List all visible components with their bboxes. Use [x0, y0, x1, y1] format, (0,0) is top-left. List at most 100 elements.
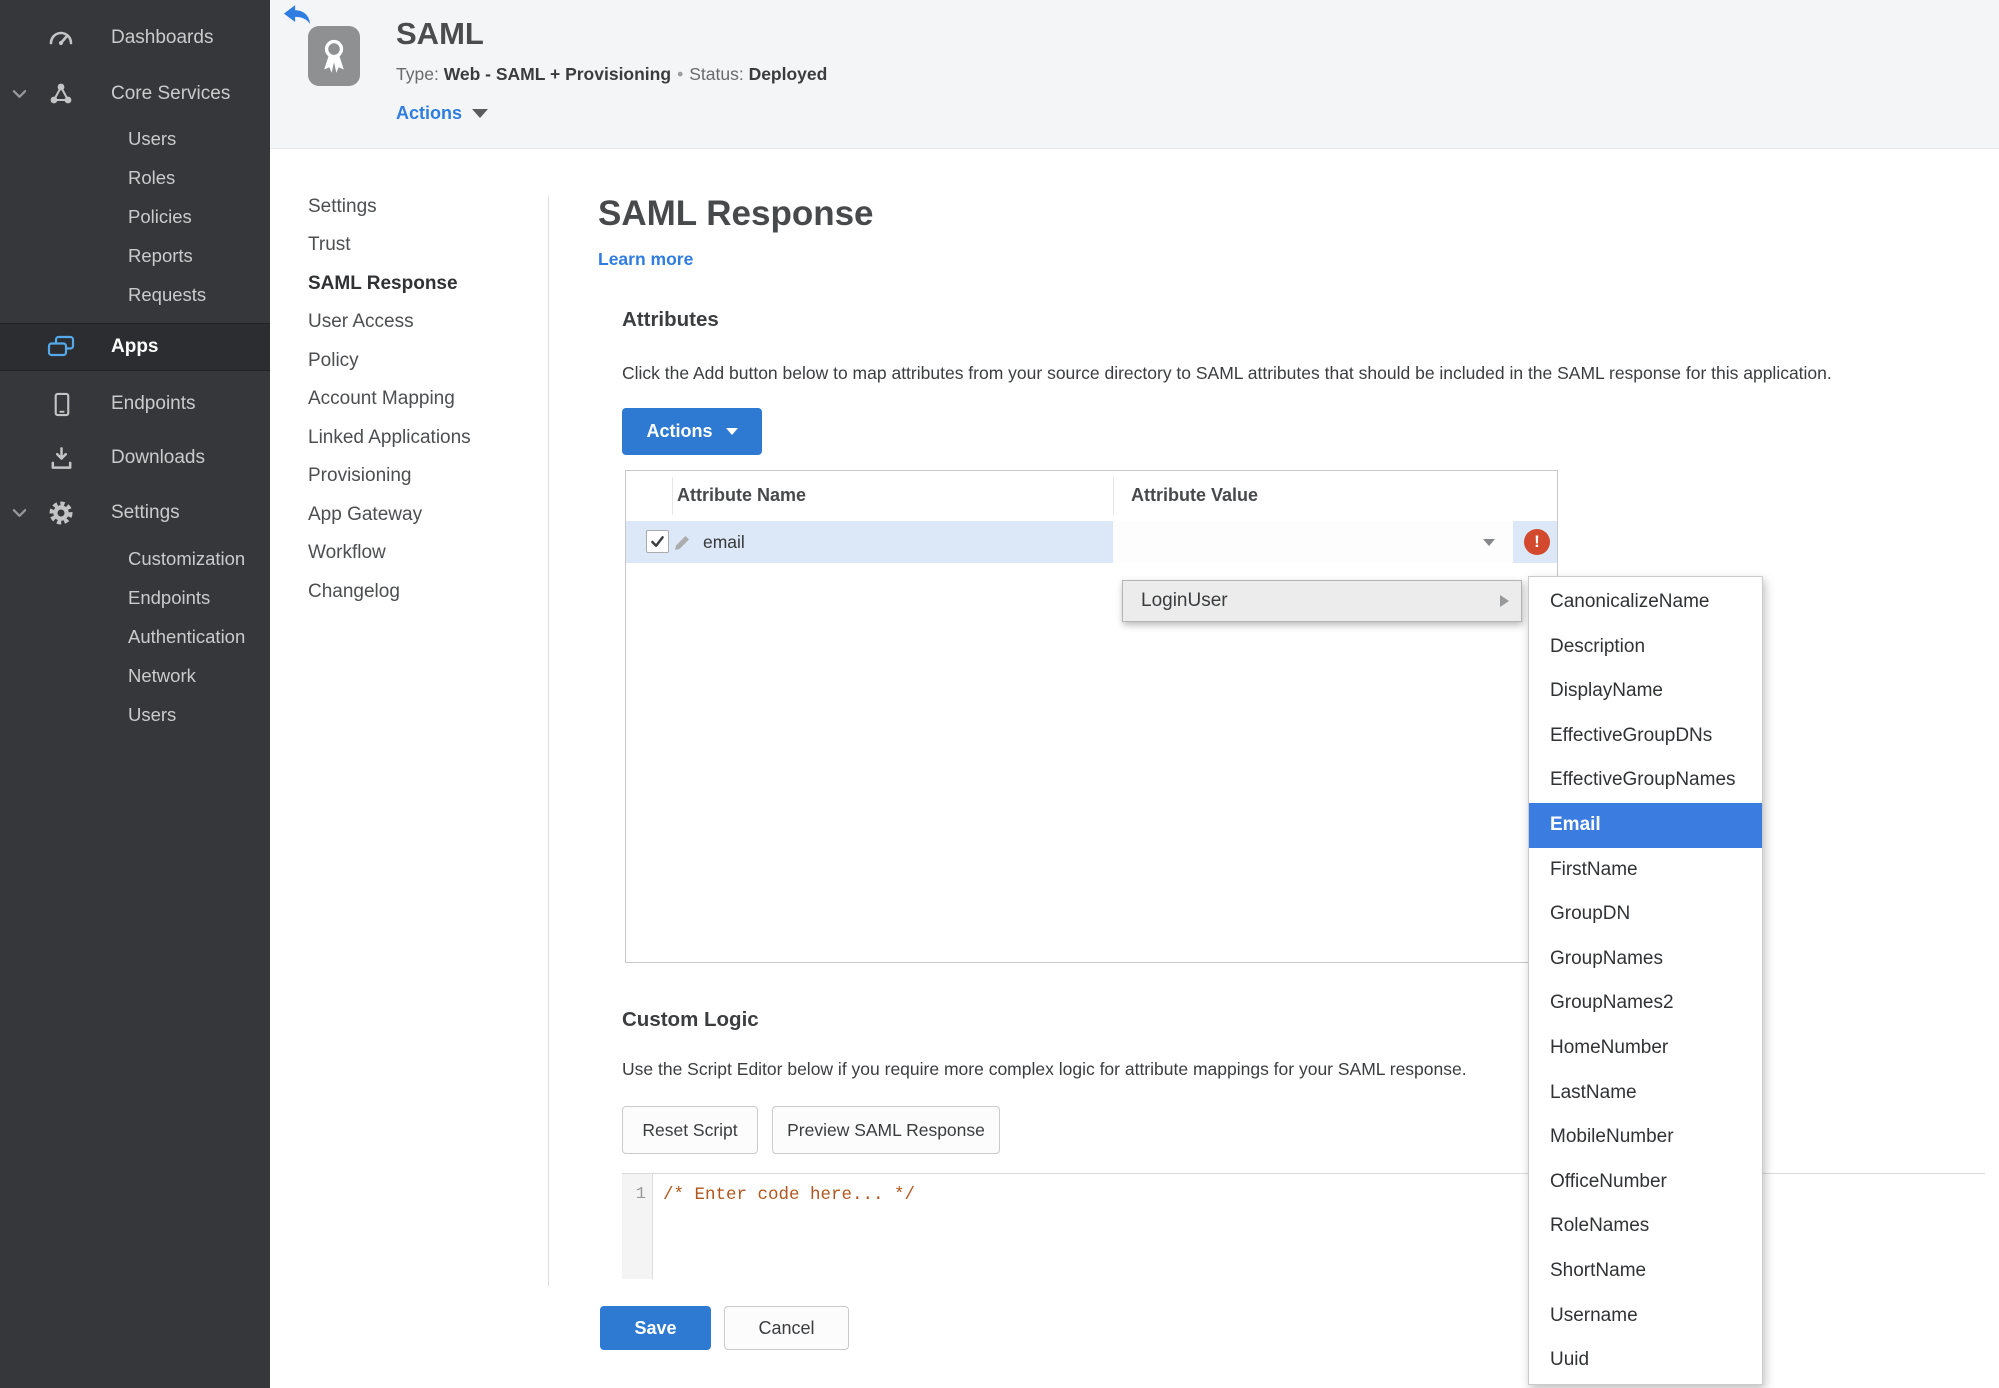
menu-option-homenumber[interactable]: HomeNumber	[1529, 1026, 1762, 1071]
status-badge: Deployed	[748, 64, 828, 84]
sidebar-item-settings[interactable]: Settings	[0, 493, 270, 533]
preview-saml-response-button[interactable]: Preview SAML Response	[772, 1106, 1000, 1154]
sidebar-item-reports[interactable]: Reports	[0, 239, 270, 273]
sidebar-item-label: Endpoints	[111, 393, 196, 414]
award-icon	[308, 26, 360, 86]
sidebar-item-label: Settings	[111, 502, 180, 523]
gauge-icon	[46, 23, 76, 53]
sidebar-item-users[interactable]: Users	[0, 122, 270, 156]
custom-logic-heading: Custom Logic	[622, 1008, 759, 1031]
meta-separator: •	[677, 64, 684, 84]
chevron-down-icon[interactable]	[12, 83, 27, 105]
sidebar-item-label: Reports	[128, 245, 193, 266]
tab-app-gateway[interactable]: App Gateway	[308, 504, 422, 530]
tab-provisioning[interactable]: Provisioning	[308, 465, 412, 491]
back-icon[interactable]	[283, 4, 313, 26]
sidebar-item-label: Users	[128, 128, 177, 149]
custom-logic-description: Use the Script Editor below if you requi…	[622, 1059, 1467, 1079]
column-header-attribute-value: Attribute Value	[1131, 485, 1259, 505]
tab-account-mapping[interactable]: Account Mapping	[308, 388, 455, 414]
menu-option-email[interactable]: Email	[1529, 802, 1762, 848]
sidebar-item-label: Dashboards	[111, 27, 214, 48]
sidebar-item-downloads[interactable]: Downloads	[0, 438, 270, 478]
menu-option-firstname[interactable]: FirstName	[1529, 848, 1762, 893]
tab-changelog[interactable]: Changelog	[308, 581, 400, 607]
menu-option-lastname[interactable]: LastName	[1529, 1071, 1762, 1116]
gear-icon	[46, 498, 76, 528]
tab-saml-response[interactable]: SAML Response	[308, 273, 458, 299]
tab-trust[interactable]: Trust	[308, 234, 351, 260]
apps-icon	[46, 332, 76, 362]
sidebar-item-label: Network	[128, 665, 196, 686]
sidebar-item-customization[interactable]: Customization	[0, 542, 270, 576]
tab-workflow[interactable]: Workflow	[308, 542, 386, 568]
tab-settings[interactable]: Settings	[308, 196, 377, 222]
sidebar-item-requests[interactable]: Requests	[0, 278, 270, 312]
sidebar-item-label: Customization	[128, 548, 246, 569]
subnav-divider	[548, 196, 549, 1286]
menu-option-groupdn[interactable]: GroupDN	[1529, 892, 1762, 937]
menu-option-username[interactable]: Username	[1529, 1294, 1762, 1339]
learn-more-link[interactable]: Learn more	[598, 249, 693, 270]
sidebar-item-label: Core Services	[111, 83, 231, 104]
sidebar-item-dashboards[interactable]: Dashboards	[0, 18, 270, 58]
attribute-value-dropdown[interactable]	[1113, 521, 1513, 563]
save-button[interactable]: Save	[600, 1306, 711, 1350]
downloads-icon	[46, 443, 76, 473]
column-divider	[672, 477, 673, 515]
sidebar-item-roles[interactable]: Roles	[0, 161, 270, 195]
menu-option-effectivegroupdns[interactable]: EffectiveGroupDNs	[1529, 714, 1762, 759]
menu-option-groupnames[interactable]: GroupNames	[1529, 937, 1762, 982]
attributes-actions-button[interactable]: Actions	[622, 408, 762, 455]
column-header-attribute-name: Attribute Name	[677, 485, 807, 505]
sidebar-item-settings-users[interactable]: Users	[0, 698, 270, 732]
pencil-icon[interactable]	[672, 531, 694, 553]
reset-script-button[interactable]: Reset Script	[622, 1106, 758, 1154]
type-value: Web - SAML + Provisioning	[443, 64, 672, 84]
sidebar-item-apps[interactable]: Apps	[0, 323, 270, 371]
sidebar-item-policies[interactable]: Policies	[0, 200, 270, 234]
sidebar-item-network[interactable]: Network	[0, 659, 270, 693]
chevron-down-icon[interactable]	[12, 502, 27, 524]
table-header-row: Attribute Name Attribute Value	[626, 471, 1557, 522]
header-actions-label: Actions	[396, 103, 463, 123]
sidebar-item-settings-endpoints[interactable]: Endpoints	[0, 581, 270, 615]
menu-option-description[interactable]: Description	[1529, 625, 1762, 670]
core-services-icon	[46, 79, 76, 109]
menu-option-groupnames2[interactable]: GroupNames2	[1529, 981, 1762, 1026]
sidebar-item-authentication[interactable]: Authentication	[0, 620, 270, 654]
menu-option-shortname[interactable]: ShortName	[1529, 1249, 1762, 1294]
table-row[interactable]: email !	[626, 521, 1557, 563]
menu-option-uuid[interactable]: Uuid	[1529, 1338, 1762, 1383]
page-header: SAML Type: Web - SAML + Provisioning • Sta…	[270, 0, 1999, 149]
menu-option-officenumber[interactable]: OfficeNumber	[1529, 1160, 1762, 1205]
status-label: Status:	[689, 64, 744, 84]
sidebar-item-core-services[interactable]: Core Services	[0, 74, 270, 114]
cancel-button[interactable]: Cancel	[724, 1306, 849, 1350]
row-checkbox[interactable]	[646, 530, 669, 553]
menu-option-effectivegroupnames[interactable]: EffectiveGroupNames	[1529, 758, 1762, 803]
chevron-right-icon	[1500, 595, 1509, 607]
editor-line-number: 1	[622, 1174, 653, 1279]
type-label: Type:	[396, 64, 439, 84]
sidebar-item-endpoints[interactable]: Endpoints	[0, 384, 270, 424]
header-actions-menu[interactable]: Actions	[396, 103, 489, 124]
sidebar-item-label: Roles	[128, 167, 176, 188]
tab-linked-applications[interactable]: Linked Applications	[308, 427, 471, 453]
menu-option-displayname[interactable]: DisplayName	[1529, 669, 1762, 714]
tab-user-access[interactable]: User Access	[308, 311, 414, 337]
endpoints-icon	[46, 389, 76, 419]
section-title: SAML Response	[598, 194, 874, 233]
loginuser-submenu: CanonicalizeName Description DisplayName…	[1528, 576, 1763, 1385]
chevron-down-icon	[1483, 539, 1495, 546]
actions-button-label: Actions	[646, 421, 713, 441]
menu-option-mobilenumber[interactable]: MobileNumber	[1529, 1115, 1762, 1160]
reset-script-label: Reset Script	[642, 1119, 738, 1140]
attribute-name-cell: email	[703, 532, 745, 552]
editor-code-line[interactable]: /* Enter code here... */	[663, 1185, 915, 1205]
menu-option-rolenames[interactable]: RoleNames	[1529, 1204, 1762, 1249]
cancel-button-label: Cancel	[758, 1317, 815, 1338]
menu-option-canonicalizename[interactable]: CanonicalizeName	[1529, 580, 1762, 625]
tab-policy[interactable]: Policy	[308, 350, 359, 376]
menu-item-loginuser[interactable]: LoginUser	[1122, 580, 1522, 622]
